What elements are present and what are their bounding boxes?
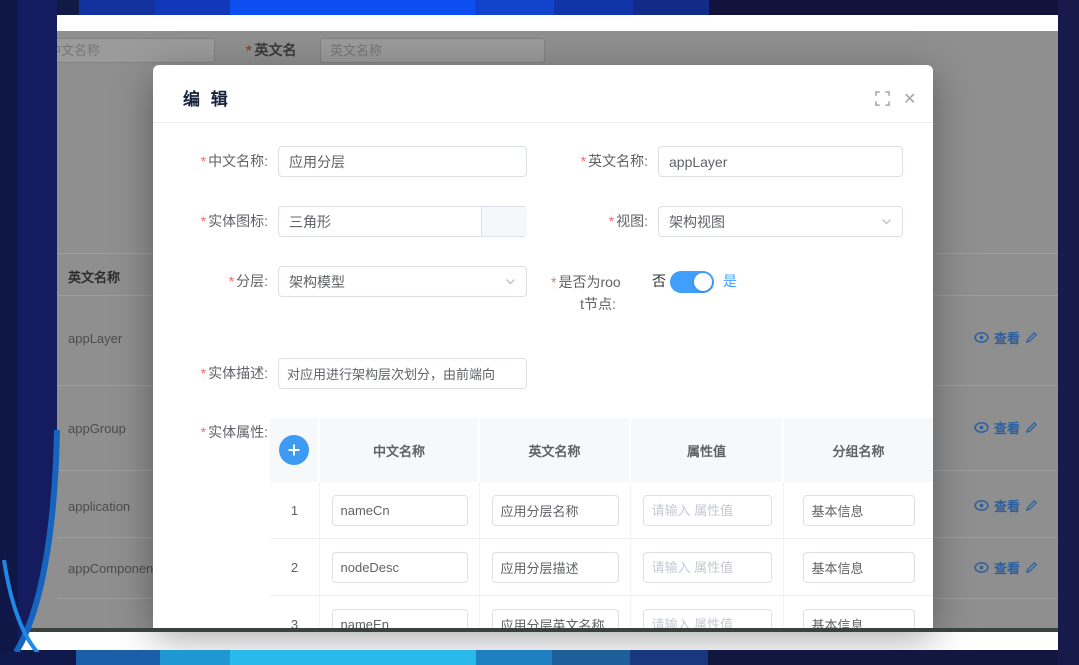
attr-group-input[interactable]: [803, 552, 915, 583]
layer-select[interactable]: [278, 266, 527, 297]
dialog-title: 编 辑: [183, 85, 231, 110]
attr-cn-input[interactable]: [332, 609, 468, 629]
toggle-off-text: 否: [652, 266, 666, 297]
attr-value-input[interactable]: [643, 609, 772, 629]
attr-cell: [480, 539, 631, 596]
eye-icon: [974, 562, 989, 573]
attr-header-add: [270, 418, 320, 482]
plus-icon: [287, 443, 301, 457]
bg-cn-name-input[interactable]: [38, 38, 215, 63]
bg-row-appComponent: appComponent: [68, 561, 157, 576]
entity-icon-label: *实体图标:: [173, 206, 268, 237]
add-attribute-button[interactable]: [279, 435, 309, 465]
bg-row-appLayer: appLayer: [68, 331, 122, 346]
attr-cell: [320, 539, 480, 596]
is-root-toggle[interactable]: [670, 271, 714, 293]
eye-icon: [974, 500, 989, 511]
icon-picker-append[interactable]: [481, 207, 527, 236]
eye-icon: [974, 422, 989, 433]
eye-icon: [974, 332, 989, 343]
attr-group-input[interactable]: [803, 495, 915, 526]
edit-icon: [1025, 421, 1038, 434]
attr-en-input[interactable]: [492, 609, 619, 629]
entity-desc-label: *实体描述:: [173, 358, 268, 389]
close-icon[interactable]: ✕: [903, 89, 916, 109]
attr-row-index: 1: [270, 482, 320, 539]
bg-row-application: application: [68, 499, 130, 514]
attr-cell: [631, 482, 784, 539]
attr-header-cn: 中文名称: [320, 418, 480, 482]
bg-en-name-label: *英文名: [246, 38, 296, 63]
attribute-table-grid: 中文名称 英文名称 属性值 分组名称 1 2 3: [270, 418, 933, 628]
attr-en-input[interactable]: [492, 495, 619, 526]
edit-dialog: 编 辑 ✕ *中文名称: *英文名称: *实体图标: *视图: *分层: *是否…: [153, 65, 933, 628]
attr-value-input[interactable]: [643, 495, 772, 526]
dialog-header-divider: [153, 122, 933, 123]
view-label: *视图:: [533, 206, 648, 237]
cn-name-field[interactable]: [278, 146, 527, 177]
bg-view-action[interactable]: 查看: [974, 496, 1058, 515]
en-name-field[interactable]: [658, 146, 903, 177]
attr-cell: [320, 482, 480, 539]
attr-cell: [784, 539, 933, 596]
frame-right-band: [1058, 0, 1079, 665]
bg-row-appGroup: appGroup: [68, 421, 126, 436]
attr-cell: [631, 596, 784, 628]
attr-row-index: 2: [270, 539, 320, 596]
attr-group-input[interactable]: [803, 609, 915, 629]
entity-attr-label: *实体属性:: [173, 422, 268, 442]
attr-cell: [784, 482, 933, 539]
bg-column-header-en-name: 英文名称: [68, 267, 120, 286]
edit-icon: [1025, 561, 1038, 574]
attr-header-en: 英文名称: [480, 418, 631, 482]
bg-view-action[interactable]: 查看: [974, 558, 1058, 577]
view-select[interactable]: [658, 206, 903, 237]
en-name-label: *英文名称:: [533, 146, 648, 177]
entity-desc-field[interactable]: [278, 358, 527, 389]
is-root-label: *是否为roo t节点:: [551, 271, 645, 315]
edit-icon: [1025, 331, 1038, 344]
attr-en-input[interactable]: [492, 552, 619, 583]
attr-cn-input[interactable]: [332, 552, 468, 583]
bg-en-name-input[interactable]: [320, 38, 545, 63]
layer-label: *分层:: [173, 266, 268, 297]
attr-header-value: 属性值: [631, 418, 784, 482]
toggle-knob: [694, 273, 712, 291]
attr-cell: [631, 539, 784, 596]
toggle-on-text: 是: [723, 266, 737, 297]
cn-name-label: *中文名称:: [173, 146, 268, 177]
attr-cn-input[interactable]: [332, 495, 468, 526]
bg-view-action[interactable]: 查看: [974, 418, 1058, 437]
attribute-table: 中文名称 英文名称 属性值 分组名称 1 2 3: [270, 418, 933, 628]
attr-cell: [320, 596, 480, 628]
screenshot-root: *英文名 英文名称 appLayer appGroup application …: [0, 0, 1079, 665]
attr-value-input[interactable]: [643, 552, 772, 583]
attr-cell: [784, 596, 933, 628]
attr-cell: [480, 482, 631, 539]
attr-cell: [480, 596, 631, 628]
frame-left-swoosh: [0, 0, 64, 652]
bg-view-action[interactable]: 查看: [974, 328, 1058, 347]
edit-icon: [1025, 499, 1038, 512]
attr-row-index: 3: [270, 596, 320, 628]
attr-header-group: 分组名称: [784, 418, 933, 482]
screenshot-bottom-edge: [20, 628, 1062, 632]
fullscreen-icon[interactable]: [875, 91, 890, 111]
required-asterisk: *: [246, 42, 251, 58]
